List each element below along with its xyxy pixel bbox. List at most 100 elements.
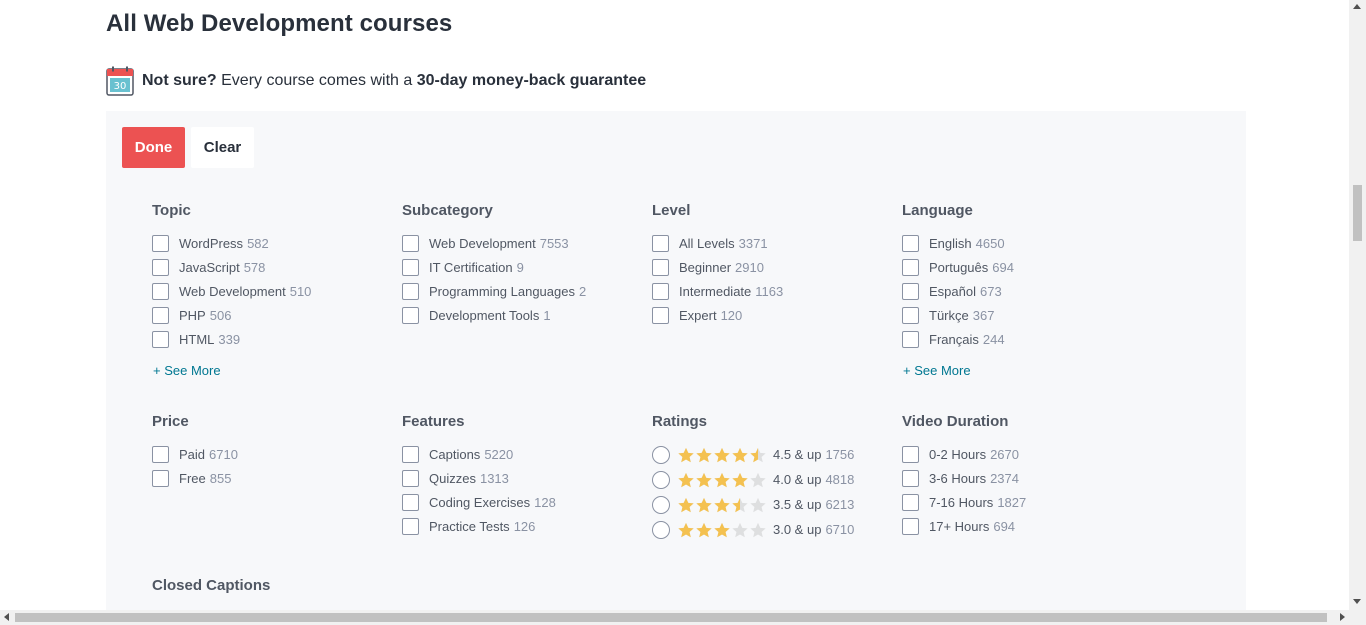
option-count: 2910	[735, 259, 764, 275]
checkbox[interactable]	[152, 306, 169, 324]
star-empty-icon	[732, 522, 748, 537]
filter-option[interactable]: 3-6 Hours 2374	[902, 466, 1142, 490]
checkbox[interactable]	[652, 282, 669, 300]
checkbox[interactable]	[902, 258, 919, 276]
checkbox[interactable]	[152, 234, 169, 252]
page-title: All Web Development courses	[106, 10, 453, 37]
filter-option[interactable]: Coding Exercises 128	[402, 490, 642, 514]
star-empty-icon	[750, 522, 766, 537]
checkbox[interactable]	[152, 330, 169, 348]
rating-option[interactable]: 3.0 & up 6710	[652, 517, 892, 542]
filter-option[interactable]: HTML 339	[152, 327, 392, 351]
filter-group-features: Features Captions 5220 Quizzes 1313 Coding E…	[402, 413, 642, 538]
filter-option[interactable]: Português 694	[902, 255, 1142, 279]
checkbox[interactable]	[902, 517, 919, 535]
see-more-link[interactable]: + See More	[152, 362, 392, 380]
star-rating	[677, 497, 767, 513]
filter-option[interactable]: Español 673	[902, 279, 1142, 303]
checkbox[interactable]	[152, 469, 169, 487]
filter-group-title: Price	[152, 413, 189, 430]
see-more-link[interactable]: + See More	[902, 362, 1142, 380]
filter-option[interactable]: Development Tools 1	[402, 303, 642, 327]
checkbox[interactable]	[652, 306, 669, 324]
checkbox[interactable]	[402, 517, 419, 535]
option-label: Intermediate	[679, 283, 752, 299]
checkbox[interactable]	[402, 234, 419, 252]
done-button[interactable]: Done	[122, 127, 185, 168]
checkbox[interactable]	[902, 282, 919, 300]
checkbox[interactable]	[152, 445, 169, 463]
checkbox[interactable]	[902, 306, 919, 324]
checkbox[interactable]	[652, 234, 669, 252]
rating-option[interactable]: 4.5 & up 1756	[652, 442, 892, 467]
filter-option[interactable]: JavaScript 578	[152, 255, 392, 279]
filter-option[interactable]: PHP 506	[152, 303, 392, 327]
option-label: 4.5 & up	[773, 447, 822, 462]
filter-option[interactable]: WordPress 582	[152, 231, 392, 255]
star-full-icon	[696, 447, 712, 462]
vertical-scrollbar[interactable]	[1349, 0, 1366, 610]
option-count: 855	[209, 470, 232, 486]
checkbox[interactable]	[152, 282, 169, 300]
filter-option[interactable]: Français 244	[902, 327, 1142, 351]
filter-option[interactable]: Free 855	[152, 466, 392, 490]
star-full-icon	[714, 497, 730, 512]
filter-group-ratings: Ratings 4.5 & up 1756 4.0 & up 4818 3.5 & up…	[652, 413, 892, 542]
checkbox[interactable]	[652, 258, 669, 276]
radio-button[interactable]	[652, 495, 670, 514]
scroll-right-arrow-icon[interactable]	[1340, 613, 1345, 621]
filter-option[interactable]: All Levels 3371	[652, 231, 892, 255]
horizontal-scrollbar[interactable]	[0, 610, 1366, 625]
clear-button[interactable]: Clear	[191, 127, 254, 168]
filter-option[interactable]: Programming Languages 2	[402, 279, 642, 303]
filter-option[interactable]: Quizzes 1313	[402, 466, 642, 490]
filter-option[interactable]: Captions 5220	[402, 442, 642, 466]
filter-option[interactable]: IT Certification 9	[402, 255, 642, 279]
scroll-down-arrow-icon[interactable]	[1353, 599, 1361, 604]
star-full-icon	[714, 522, 730, 537]
checkbox[interactable]	[402, 445, 419, 463]
checkbox[interactable]	[152, 258, 169, 276]
filter-option[interactable]: English 4650	[902, 231, 1142, 255]
checkbox[interactable]	[402, 469, 419, 487]
checkbox[interactable]	[902, 234, 919, 252]
filter-option[interactable]: 17+ Hours 694	[902, 514, 1142, 538]
filter-option[interactable]: Beginner 2910	[652, 255, 892, 279]
checkbox[interactable]	[902, 469, 919, 487]
checkbox[interactable]	[902, 493, 919, 511]
star-rating	[677, 522, 767, 538]
checkbox[interactable]	[402, 282, 419, 300]
checkbox[interactable]	[402, 258, 419, 276]
filter-option[interactable]: Web Development 510	[152, 279, 392, 303]
star-rating	[677, 447, 767, 463]
option-label: WordPress	[179, 235, 244, 251]
rating-option[interactable]: 4.0 & up 4818	[652, 467, 892, 492]
filter-option[interactable]: 0-2 Hours 2670	[902, 442, 1142, 466]
scroll-left-arrow-icon[interactable]	[4, 613, 9, 621]
star-half-icon	[732, 497, 748, 512]
checkbox[interactable]	[402, 306, 419, 324]
vertical-scroll-thumb[interactable]	[1353, 185, 1362, 241]
filter-option[interactable]: Expert 120	[652, 303, 892, 327]
radio-button[interactable]	[652, 520, 670, 539]
calendar-icon-text: 30	[114, 81, 127, 92]
option-label: All Levels	[679, 235, 735, 251]
filter-option[interactable]: Web Development 7553	[402, 231, 642, 255]
filter-option[interactable]: Türkçe 367	[902, 303, 1142, 327]
option-label: HTML	[179, 331, 215, 347]
option-count: 244	[982, 331, 1005, 347]
filter-option[interactable]: Paid 6710	[152, 442, 392, 466]
filter-option[interactable]: Intermediate 1163	[652, 279, 892, 303]
checkbox[interactable]	[902, 330, 919, 348]
horizontal-scroll-thumb[interactable]	[15, 613, 1327, 622]
rating-option[interactable]: 3.5 & up 6213	[652, 492, 892, 517]
checkbox[interactable]	[902, 445, 919, 463]
checkbox[interactable]	[402, 493, 419, 511]
filter-option[interactable]: Practice Tests 126	[402, 514, 642, 538]
filter-option[interactable]: 7-16 Hours 1827	[902, 490, 1142, 514]
filter-group-title: Features	[402, 413, 465, 430]
radio-button[interactable]	[652, 445, 670, 464]
option-count: 367	[972, 307, 995, 323]
scroll-up-arrow-icon[interactable]	[1353, 4, 1361, 9]
radio-button[interactable]	[652, 470, 670, 489]
